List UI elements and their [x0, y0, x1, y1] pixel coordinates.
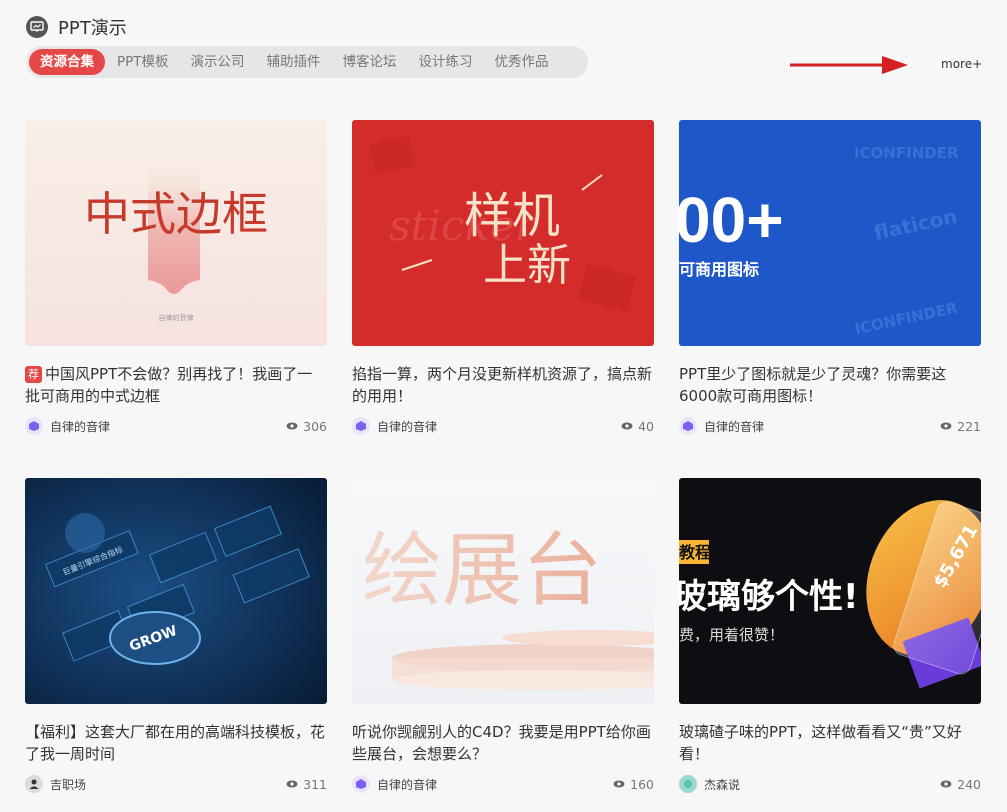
view-count: 40	[621, 419, 654, 434]
author-name[interactable]: 自律的音律	[377, 418, 437, 435]
view-count: 311	[286, 777, 327, 792]
thumb-headline: 样机	[464, 188, 560, 244]
tab-blogs-forums[interactable]: 博客论坛	[332, 49, 408, 75]
tab-excellent-works[interactable]: 优秀作品	[484, 49, 560, 75]
red-arrow-annotation	[790, 54, 910, 80]
more-link[interactable]: more+	[941, 57, 982, 71]
view-count: 160	[613, 777, 654, 792]
eye-icon	[613, 780, 625, 788]
thumb-caption: 自律的音律	[159, 313, 194, 322]
card-thumbnail[interactable]: ICONFINDER flaticon ICONFINDER 00+ 可商用图标	[679, 120, 981, 346]
author-name[interactable]: 吉职场	[50, 776, 86, 793]
author-name[interactable]: 自律的音律	[50, 418, 110, 435]
tab-ppt-templates[interactable]: PPT模板	[106, 49, 180, 75]
article-card[interactable]: sticker 样机 上新 掐指一算，两个月没更新样机资源了，搞点新的用用！ 自…	[352, 120, 654, 436]
thumb-brand: ICONFINDER	[854, 144, 959, 162]
article-card[interactable]: $5,671 教程 玻璃够个性! 费，用着很赞！ 玻璃碴子味的PPT，这样做看看…	[679, 478, 981, 794]
author-name[interactable]: 杰森说	[704, 776, 740, 793]
view-count: 240	[940, 777, 981, 792]
view-count: 221	[940, 419, 981, 434]
thumb-headline: 玻璃够个性!	[679, 577, 859, 617]
thumb-tag: 教程	[679, 543, 711, 562]
avatar[interactable]	[25, 775, 43, 793]
section-header: PPT演示	[26, 14, 127, 40]
card-title[interactable]: 玻璃碴子味的PPT，这样做看看又“贵”又好看！	[679, 721, 981, 765]
section-title: PPT演示	[58, 18, 127, 39]
category-tabs: 资源合集 PPT模板 演示公司 辅助插件 博客论坛 设计练习 优秀作品	[26, 46, 588, 78]
card-thumbnail[interactable]: 绘展台	[352, 478, 654, 704]
card-title[interactable]: 荐中国风PPT不会做？别再找了！我画了一批可商用的中式边框	[25, 363, 327, 407]
thumb-headline: 中式边框	[84, 187, 268, 241]
view-count: 306	[286, 419, 327, 434]
eye-icon	[940, 422, 952, 430]
thumb-headline: 00+	[679, 184, 784, 256]
card-title[interactable]: 掐指一算，两个月没更新样机资源了，搞点新的用用！	[352, 363, 654, 407]
article-card[interactable]: ICONFINDER flaticon ICONFINDER 00+ 可商用图标…	[679, 120, 981, 436]
article-card[interactable]: 巨量引擎综合指标 GROW 【福利】这套大厂都在用的高端科技模板，花了我一周时间…	[25, 478, 327, 794]
thumb-subtitle: 可商用图标	[679, 260, 759, 279]
card-title[interactable]: PPT里少了图标就是少了灵魂？你需要这6000款可商用图标！	[679, 363, 981, 407]
article-card[interactable]: 绘展台 听说你觊觎别人的C4D？我要是用PPT给你画些展台，会想要么？ 自律的音…	[352, 478, 654, 794]
thumb-headline-2: 上新	[483, 240, 571, 291]
author-name[interactable]: 自律的音律	[377, 776, 437, 793]
card-thumbnail[interactable]: 中式边框 自律的音律	[25, 120, 327, 346]
presentation-icon	[26, 16, 48, 38]
tab-design-practice[interactable]: 设计练习	[408, 49, 484, 75]
avatar[interactable]	[352, 417, 370, 435]
thumb-subtitle: 费，用着很赞！	[679, 626, 784, 644]
avatar[interactable]	[679, 417, 697, 435]
card-title[interactable]: 听说你觊觎别人的C4D？我要是用PPT给你画些展台，会想要么？	[352, 721, 654, 765]
tab-resource-collection[interactable]: 资源合集	[29, 49, 105, 75]
article-card[interactable]: 中式边框 自律的音律 荐中国风PPT不会做？别再找了！我画了一批可商用的中式边框…	[25, 120, 327, 436]
recommend-badge: 荐	[25, 366, 42, 383]
author-name[interactable]: 自律的音律	[704, 418, 764, 435]
avatar[interactable]	[679, 775, 697, 793]
thumb-headline: 绘展台	[362, 524, 602, 617]
eye-icon	[621, 422, 633, 430]
tab-presentation-companies[interactable]: 演示公司	[180, 49, 256, 75]
avatar[interactable]	[25, 417, 43, 435]
card-thumbnail[interactable]: 巨量引擎综合指标 GROW	[25, 478, 327, 704]
card-thumbnail[interactable]: sticker 样机 上新	[352, 120, 654, 346]
eye-icon	[286, 422, 298, 430]
card-title[interactable]: 【福利】这套大厂都在用的高端科技模板，花了我一周时间	[25, 721, 327, 765]
avatar[interactable]	[352, 775, 370, 793]
eye-icon	[286, 780, 298, 788]
tab-plugins[interactable]: 辅助插件	[256, 49, 332, 75]
eye-icon	[940, 780, 952, 788]
card-thumbnail[interactable]: $5,671 教程 玻璃够个性! 费，用着很赞！	[679, 478, 981, 704]
